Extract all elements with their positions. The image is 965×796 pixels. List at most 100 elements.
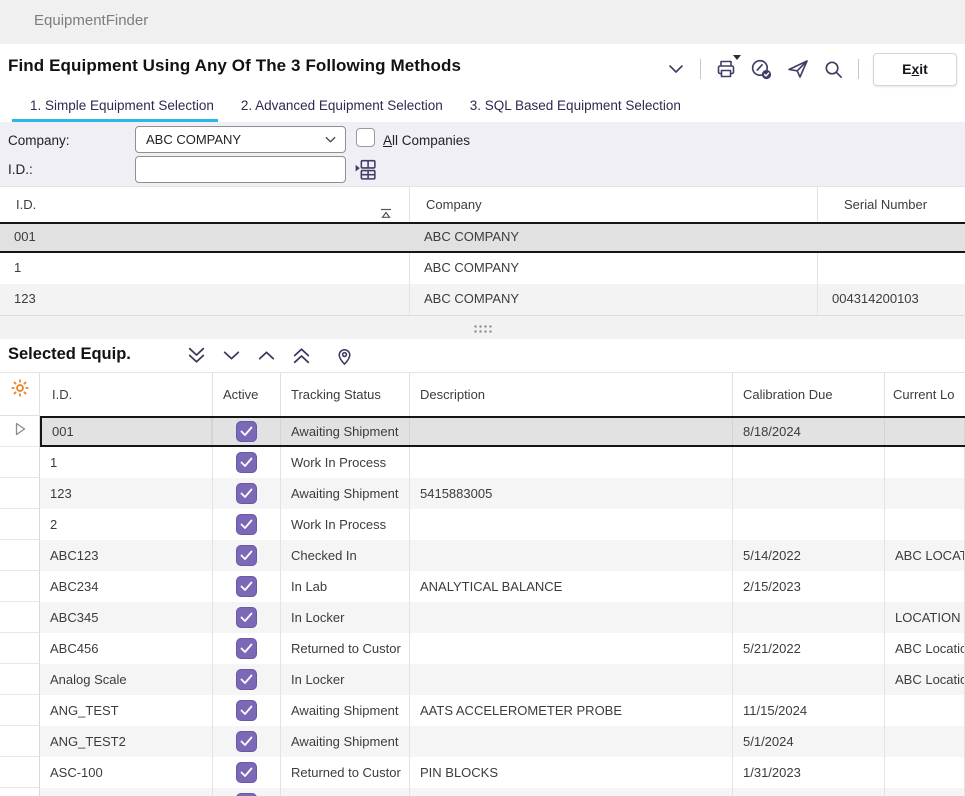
id-input[interactable]: [135, 156, 346, 183]
splitter[interactable]: [0, 315, 965, 339]
equip-cell-description[interactable]: [410, 726, 733, 757]
equip-cell-cal-due[interactable]: 8/18/2024: [733, 418, 885, 445]
results-row[interactable]: 1ABC COMPANY: [0, 253, 965, 284]
active-checkbox[interactable]: [236, 576, 257, 597]
equip-cell-location[interactable]: ABC Locatic: [885, 664, 965, 695]
equip-cell-id[interactable]: 1: [40, 447, 213, 478]
equip-cell-id[interactable]: 001: [40, 418, 213, 445]
column-header-description[interactable]: Description: [410, 373, 733, 416]
equip-cell-location[interactable]: [885, 418, 965, 445]
results-row[interactable]: 001ABC COMPANY: [0, 222, 965, 253]
equip-cell-id[interactable]: ANG_TEST: [40, 695, 213, 726]
equip-cell-id[interactable]: 123: [40, 478, 213, 509]
row-header-cell[interactable]: [0, 509, 40, 540]
active-checkbox[interactable]: [236, 421, 257, 442]
equip-cell-status[interactable]: Work In Process: [281, 447, 410, 478]
results-row[interactable]: 123ABC COMPANY004314200103: [0, 284, 965, 315]
equip-cell-active[interactable]: [213, 602, 281, 633]
column-header-company[interactable]: Company: [410, 187, 818, 222]
equip-cell-active[interactable]: [213, 509, 281, 540]
print-options-caret-icon[interactable]: [733, 55, 741, 60]
equip-cell-description[interactable]: [410, 447, 733, 478]
send-icon[interactable]: [784, 56, 811, 83]
active-checkbox[interactable]: [236, 545, 257, 566]
equip-cell-id[interactable]: ASC-100: [40, 757, 213, 788]
equip-cell-active[interactable]: [213, 695, 281, 726]
equip-cell-active[interactable]: [213, 540, 281, 571]
equip-cell-description[interactable]: AATS ACCELEROMETER PROBE: [410, 695, 733, 726]
equip-cell-active[interactable]: [213, 757, 281, 788]
equip-cell-active[interactable]: [213, 633, 281, 664]
equip-cell-location[interactable]: LOCATION: [885, 602, 965, 633]
equip-cell-id[interactable]: ABC234: [40, 571, 213, 602]
row-header-cell[interactable]: [0, 478, 40, 509]
active-checkbox[interactable]: [236, 731, 257, 752]
row-header-cell[interactable]: [0, 633, 40, 664]
table-lookup-icon[interactable]: [352, 156, 379, 183]
column-header-active[interactable]: Active: [213, 373, 281, 416]
equip-cell-status[interactable]: Work In Process: [281, 509, 410, 540]
equip-cell-status[interactable]: Awaiting Shipment: [281, 726, 410, 757]
equip-cell-location[interactable]: [885, 478, 965, 509]
results-cell-company[interactable]: ABC COMPANY: [410, 224, 818, 251]
column-header-current-location[interactable]: Current Lo: [885, 373, 965, 416]
equip-cell-status[interactable]: Returned to Custor: [281, 633, 410, 664]
equip-cell-cal-due[interactable]: 2/15/2023: [733, 571, 885, 602]
active-checkbox[interactable]: [236, 514, 257, 535]
equip-cell-cal-due[interactable]: [733, 478, 885, 509]
row-header-cell[interactable]: [0, 447, 40, 478]
equip-row[interactable]: ABC345In LockerLOCATION: [0, 602, 965, 633]
all-companies-checkbox[interactable]: [356, 128, 375, 147]
equip-cell-location[interactable]: [885, 509, 965, 540]
active-checkbox[interactable]: [236, 483, 257, 504]
equip-cell-active[interactable]: [213, 726, 281, 757]
tab-simple-equipment-selection[interactable]: 1. Simple Equipment Selection: [30, 92, 214, 122]
equip-cell-active[interactable]: [213, 447, 281, 478]
equip-cell-status[interactable]: Checked In: [281, 540, 410, 571]
chevron-down-icon[interactable]: [662, 56, 689, 83]
equip-cell-description[interactable]: [410, 418, 733, 445]
equip-cell-cal-due[interactable]: 1/31/2023: [733, 757, 885, 788]
equip-cell-id[interactable]: 2: [40, 509, 213, 540]
exit-button[interactable]: Exit: [873, 53, 957, 86]
equip-cell-status[interactable]: Awaiting Shipment: [281, 418, 410, 445]
results-cell-serial[interactable]: [818, 224, 965, 251]
equip-cell-status[interactable]: In Locker: [281, 664, 410, 695]
equip-cell-cal-due[interactable]: [733, 664, 885, 695]
equip-cell-location[interactable]: [885, 571, 965, 602]
equip-cell-id[interactable]: ABC345: [40, 602, 213, 633]
equip-cell-id[interactable]: ANG_TEST2: [40, 726, 213, 757]
equip-row[interactable]: 001 Awaiting Shipment 8/18/2024: [0, 416, 965, 447]
equip-row[interactable]: ASC-100Returned to CustorPIN BLOCKS1/31/…: [0, 757, 965, 788]
active-checkbox[interactable]: [236, 607, 257, 628]
equip-cell-id[interactable]: ABC456: [40, 633, 213, 664]
equip-row[interactable]: 1 Work In Process: [0, 447, 965, 478]
equip-cell-location[interactable]: [885, 695, 965, 726]
chevron-up-icon[interactable]: [254, 343, 279, 368]
equip-cell-status[interactable]: Awaiting Shipment: [281, 478, 410, 509]
results-cell-serial[interactable]: 004314200103: [818, 284, 965, 315]
equip-cell-cal-due[interactable]: 5/1/2024: [733, 726, 885, 757]
equip-row[interactable]: ABC234In LabANALYTICAL BALANCE2/15/2023: [0, 571, 965, 602]
equip-cell-location[interactable]: [885, 447, 965, 478]
equip-cell-id[interactable]: ABC123: [40, 540, 213, 571]
active-checkbox[interactable]: [236, 700, 257, 721]
active-checkbox[interactable]: [236, 638, 257, 659]
column-header-id[interactable]: I.D.: [40, 373, 213, 416]
equip-cell-location[interactable]: ABC Locatic: [885, 633, 965, 664]
double-chevron-up-icon[interactable]: [289, 343, 314, 368]
equip-cell-description[interactable]: 5415883005: [410, 478, 733, 509]
equip-row[interactable]: ABC123Checked In5/14/2022ABC LOCAT: [0, 540, 965, 571]
results-cell-serial[interactable]: [818, 253, 965, 284]
equip-cell-location[interactable]: [885, 726, 965, 757]
equip-cell-active[interactable]: [213, 664, 281, 695]
results-cell-company[interactable]: ABC COMPANY: [410, 284, 818, 315]
row-header-cell[interactable]: [0, 664, 40, 695]
equip-row[interactable]: 123 Awaiting Shipment5415883005: [0, 478, 965, 509]
row-header-column[interactable]: [0, 373, 40, 416]
row-header-cell[interactable]: [0, 540, 40, 571]
equip-cell-status[interactable]: Returned to Custor: [281, 757, 410, 788]
equip-cell-description[interactable]: [410, 633, 733, 664]
column-header-calibration-due[interactable]: Calibration Due: [733, 373, 885, 416]
equip-row[interactable]: ABC456Returned to Custor5/21/2022ABC Loc…: [0, 633, 965, 664]
